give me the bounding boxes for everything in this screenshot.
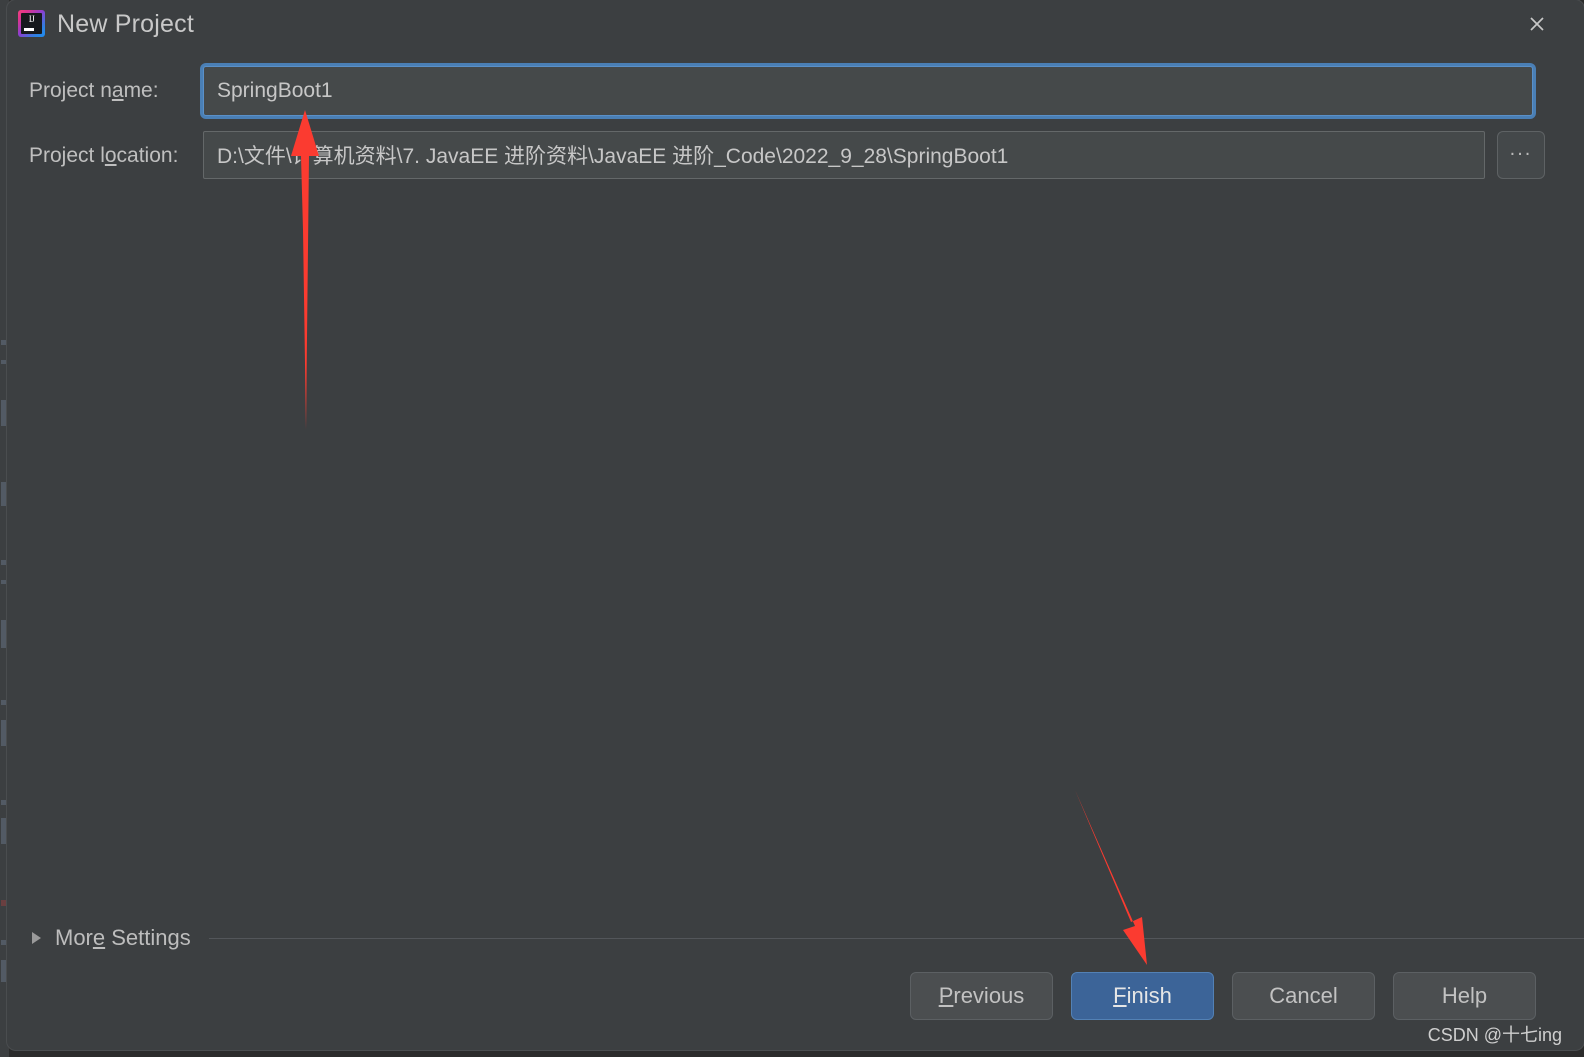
intellij-idea-icon-label: IJ: [28, 14, 35, 24]
more-settings-separator: [208, 937, 1584, 939]
project-location-input[interactable]: D:\文件\计算机资料\7. JavaEE 进阶资料\JavaEE 进阶_Cod…: [203, 131, 1485, 179]
intellij-idea-icon: IJ: [18, 10, 45, 37]
dialog-titlebar: IJ New Project: [7, 0, 1584, 50]
finish-button[interactable]: Finish: [1071, 972, 1214, 1020]
chevron-right-icon: [32, 932, 41, 944]
new-project-dialog: IJ New Project Project name: SpringBoot1…: [7, 0, 1584, 1050]
more-settings-label: More Settings: [55, 925, 191, 950]
project-location-label: Project location:: [29, 144, 179, 167]
intellij-idea-icon-bar: [24, 28, 34, 31]
previous-button[interactable]: Previous: [910, 972, 1053, 1020]
ellipsis-icon: ...: [1509, 138, 1533, 160]
project-name-label: Project name:: [29, 79, 159, 102]
browse-location-button[interactable]: ...: [1497, 131, 1545, 179]
close-icon[interactable]: [1520, 7, 1554, 41]
help-button[interactable]: Help: [1393, 972, 1536, 1020]
project-name-input[interactable]: SpringBoot1: [203, 66, 1533, 116]
cancel-button[interactable]: Cancel: [1232, 972, 1375, 1020]
watermark: CSDN @十七ing: [1427, 1025, 1562, 1045]
more-settings-expander[interactable]: More Settings: [32, 917, 1584, 959]
dialog-title: New Project: [57, 10, 194, 38]
